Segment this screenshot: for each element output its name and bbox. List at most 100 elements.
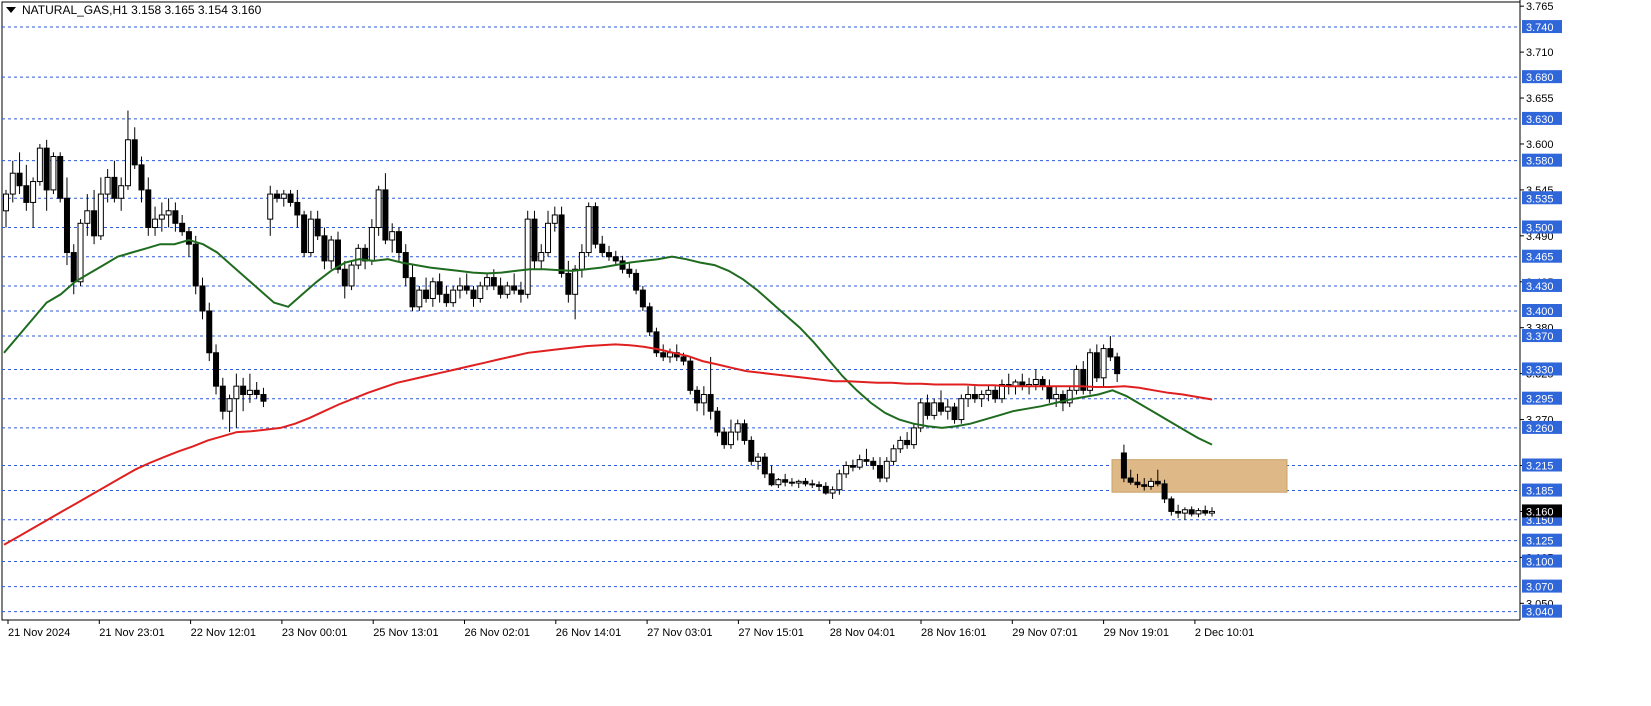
candle-body bbox=[341, 268, 348, 287]
candle-body bbox=[131, 139, 138, 166]
x-tick-label: 22 Nov 12:01 bbox=[191, 627, 256, 639]
level-label: 3.370 bbox=[1526, 331, 1554, 343]
level-label: 3.630 bbox=[1526, 114, 1554, 126]
y-tick-label: 3.710 bbox=[1526, 47, 1554, 59]
candle-body bbox=[748, 439, 755, 462]
candle-body bbox=[1046, 385, 1053, 400]
candle-body bbox=[470, 289, 477, 299]
level-label: 3.215 bbox=[1526, 461, 1554, 473]
x-tick-label: 21 Nov 23:01 bbox=[99, 627, 164, 639]
candle-body bbox=[213, 352, 220, 387]
candle-body bbox=[768, 473, 775, 486]
candle-body bbox=[551, 214, 558, 224]
candle-body bbox=[490, 277, 497, 287]
candle-body bbox=[904, 439, 911, 446]
level-label: 3.740 bbox=[1526, 22, 1554, 34]
candle-body bbox=[863, 459, 870, 462]
candle-body bbox=[172, 210, 179, 224]
level-label: 3.125 bbox=[1526, 536, 1554, 548]
candle-body bbox=[755, 456, 762, 462]
ma-fast-line bbox=[3, 238, 1213, 446]
candle-body bbox=[721, 431, 728, 446]
candle-body bbox=[910, 427, 917, 446]
candle-body bbox=[545, 222, 552, 254]
candle-body bbox=[992, 389, 999, 400]
candle-body bbox=[971, 394, 978, 400]
candle-body bbox=[1127, 477, 1134, 483]
candle-body bbox=[30, 181, 37, 203]
candle-body bbox=[897, 439, 904, 450]
candle-body bbox=[612, 256, 619, 262]
candle-body bbox=[517, 289, 524, 295]
candle-body bbox=[1039, 378, 1046, 387]
candle-body bbox=[158, 214, 165, 220]
candle-body bbox=[1175, 510, 1182, 514]
candle-body bbox=[782, 479, 789, 483]
candle-body bbox=[409, 277, 416, 308]
candle-body bbox=[328, 239, 335, 262]
candle-body bbox=[626, 268, 633, 274]
price-chart[interactable]: 3.7653.7103.6553.6003.5453.4903.4353.380… bbox=[0, 0, 1651, 706]
level-label: 3.430 bbox=[1526, 281, 1554, 293]
candle-body bbox=[1120, 452, 1127, 479]
candle-body bbox=[531, 218, 538, 262]
candle-body bbox=[1073, 368, 1080, 391]
x-tick-label: 28 Nov 16:01 bbox=[921, 627, 986, 639]
x-tick-label: 28 Nov 04:01 bbox=[830, 627, 895, 639]
candle-body bbox=[870, 460, 877, 466]
level-label: 3.400 bbox=[1526, 306, 1554, 318]
x-tick-label: 27 Nov 03:01 bbox=[647, 627, 712, 639]
candle-body bbox=[1053, 394, 1060, 400]
x-tick-label: 25 Nov 13:01 bbox=[373, 627, 438, 639]
supply-zone bbox=[1111, 459, 1288, 493]
candle-body bbox=[829, 489, 836, 494]
candle-body bbox=[572, 268, 579, 295]
candle-body bbox=[70, 252, 77, 283]
candle-body bbox=[646, 306, 653, 333]
candle-body bbox=[694, 389, 701, 404]
candle-body bbox=[937, 402, 944, 412]
candle-body bbox=[599, 243, 606, 254]
y-tick-label: 3.765 bbox=[1526, 1, 1554, 13]
x-tick-label: 29 Nov 19:01 bbox=[1104, 627, 1169, 639]
candle-body bbox=[944, 406, 951, 412]
candle-body bbox=[775, 479, 782, 486]
candle-body bbox=[192, 243, 199, 287]
candle-body bbox=[206, 310, 213, 354]
candle-body bbox=[429, 281, 436, 299]
candle-body bbox=[97, 193, 104, 237]
level-label: 3.070 bbox=[1526, 582, 1554, 594]
candle-body bbox=[16, 172, 23, 187]
candle-body bbox=[1202, 510, 1209, 514]
candle-body bbox=[152, 218, 159, 228]
candle-body bbox=[660, 352, 667, 358]
candle-body bbox=[57, 156, 64, 199]
candle-body bbox=[456, 285, 463, 291]
level-label: 3.295 bbox=[1526, 394, 1554, 406]
x-tick-label: 29 Nov 07:01 bbox=[1012, 627, 1077, 639]
symbol-quote-text: NATURAL_GAS,H1 3.158 3.165 3.154 3.160 bbox=[22, 3, 262, 17]
candle-body bbox=[524, 218, 531, 295]
y-tick-label: 3.600 bbox=[1526, 139, 1554, 151]
candle-body bbox=[1209, 510, 1215, 514]
candle-body bbox=[1087, 352, 1094, 391]
candle-body bbox=[504, 285, 511, 295]
candle-body bbox=[1181, 509, 1188, 514]
candle-body bbox=[883, 460, 890, 479]
candle-body bbox=[538, 252, 545, 262]
candle-body bbox=[727, 431, 734, 446]
ma-slow-line bbox=[3, 343, 1213, 546]
candle-body bbox=[382, 189, 389, 241]
candle-body bbox=[924, 402, 931, 416]
candle-body bbox=[1107, 348, 1114, 358]
candle-body bbox=[185, 231, 192, 245]
candle-body bbox=[260, 394, 267, 402]
symbol-header[interactable]: NATURAL_GAS,H1 3.158 3.165 3.154 3.160 bbox=[6, 3, 261, 17]
dropdown-triangle-icon[interactable] bbox=[6, 7, 16, 13]
candle-body bbox=[714, 410, 721, 433]
candle-body bbox=[1168, 498, 1175, 512]
candle-body bbox=[687, 360, 694, 391]
candle-body bbox=[274, 193, 281, 199]
level-label: 3.580 bbox=[1526, 156, 1554, 168]
candle-body bbox=[1114, 356, 1121, 375]
